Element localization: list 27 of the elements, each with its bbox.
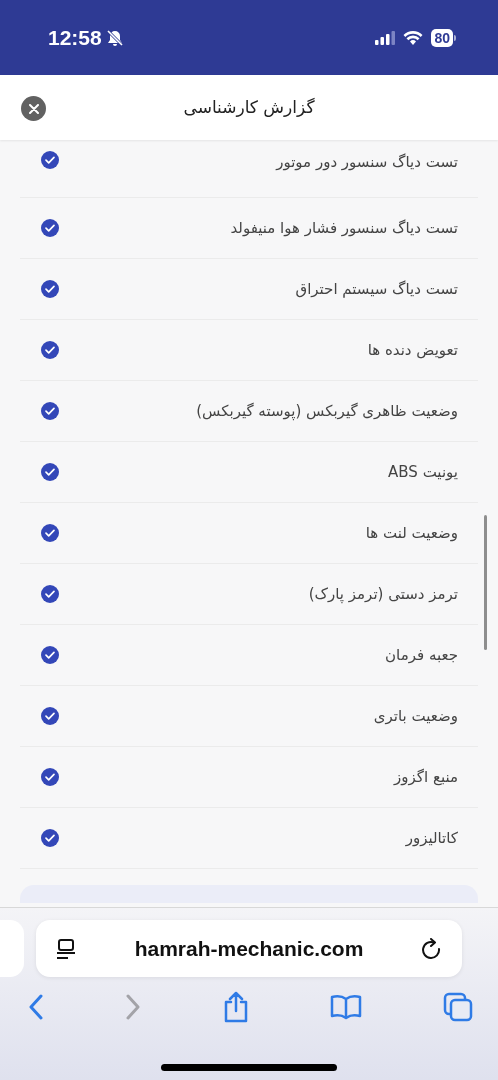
page-menu-icon[interactable] bbox=[56, 937, 76, 960]
item-label: وضعیت ظاهری گیربکس (پوسته گیربکس) bbox=[196, 400, 458, 423]
close-button[interactable] bbox=[21, 96, 46, 121]
item-label: تست دیاگ سنسور دور موتور bbox=[276, 152, 458, 173]
url-text: hamrah-mechanic.com bbox=[134, 935, 364, 962]
item-label: تست دیاگ سیستم احتراق bbox=[295, 278, 458, 300]
item-label: ترمز دستی (ترمز پارک) bbox=[308, 583, 458, 605]
sheet-title: گزارش کارشناسی bbox=[183, 95, 315, 119]
forward-icon[interactable] bbox=[124, 994, 141, 1020]
address-bar[interactable]: hamrah-mechanic.com bbox=[36, 920, 462, 977]
item-label: کاتالیزور bbox=[405, 827, 458, 849]
book-icon[interactable] bbox=[330, 994, 363, 1020]
status-time: 12:58 bbox=[48, 24, 102, 51]
item-label: منبع اگزوز bbox=[394, 766, 458, 788]
battery-icon: 80 bbox=[431, 28, 456, 47]
signal-icon bbox=[375, 30, 396, 45]
item-label: وضعیت لنت ها bbox=[365, 522, 458, 544]
item-label: یونیت ABS bbox=[388, 461, 458, 483]
close-icon bbox=[28, 103, 39, 114]
item-label: جعبه فرمان bbox=[385, 644, 458, 666]
wifi-icon bbox=[403, 30, 424, 45]
item-label: وضعیت باتری bbox=[373, 705, 458, 727]
back-icon[interactable] bbox=[28, 994, 44, 1020]
item-label: تعویض دنده ها bbox=[367, 339, 458, 361]
tabs-icon[interactable] bbox=[443, 992, 473, 1022]
item-label: تست دیاگ سنسور فشار هوا منیفولد bbox=[230, 217, 458, 239]
reload-icon[interactable] bbox=[422, 937, 442, 960]
